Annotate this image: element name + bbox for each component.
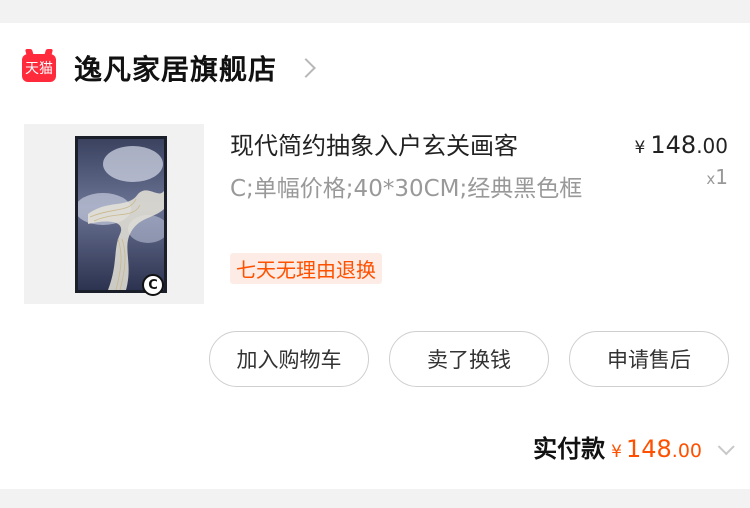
order-card: 天猫 逸凡家居旗舰店 C 现代简约抽象入户玄关画客 C;单幅价格;40*30CM… [0,23,750,489]
total-label: 实付款 [533,435,606,463]
chevron-down-icon[interactable] [717,438,735,456]
copyright-icon: C [142,274,164,296]
price-currency: ¥ [634,138,646,158]
quantity-value: 1 [715,165,728,189]
total-decimal: .00 [671,440,702,462]
shop-name[interactable]: 逸凡家居旗舰店 [74,48,277,88]
product-title[interactable]: 现代简约抽象入户玄关画客 [230,126,590,161]
total-currency: ¥ [611,442,622,462]
action-bar: 加入购物车 卖了换钱 申请售后 [209,331,729,387]
chevron-right-icon[interactable] [296,58,316,78]
product-image[interactable]: C [24,124,204,304]
quantity: x1 [706,165,728,189]
price-decimal: .00 [696,134,728,158]
total-paid[interactable]: 实付款 ¥148.00 [533,429,735,464]
resell-button[interactable]: 卖了换钱 [389,331,549,387]
abstract-painting-image [78,139,164,290]
total-integer: 148 [625,435,672,463]
price-integer: 148 [650,131,697,159]
painting-frame [75,136,167,293]
total-amount: ¥148.00 [611,435,702,463]
shop-header[interactable]: 天猫 逸凡家居旗舰店 [22,48,316,88]
tmall-logo-icon: 天猫 [22,54,56,82]
quantity-prefix: x [706,170,716,188]
return-policy-tag: 七天无理由退换 [230,253,382,284]
after-sale-button[interactable]: 申请售后 [569,331,729,387]
add-to-cart-button[interactable]: 加入购物车 [209,331,369,387]
unit-price: ¥148.00 [635,131,728,159]
product-spec: C;单幅价格;40*30CM;经典黑色框 [230,176,583,202]
tmall-badge-text: 天猫 [25,61,53,77]
